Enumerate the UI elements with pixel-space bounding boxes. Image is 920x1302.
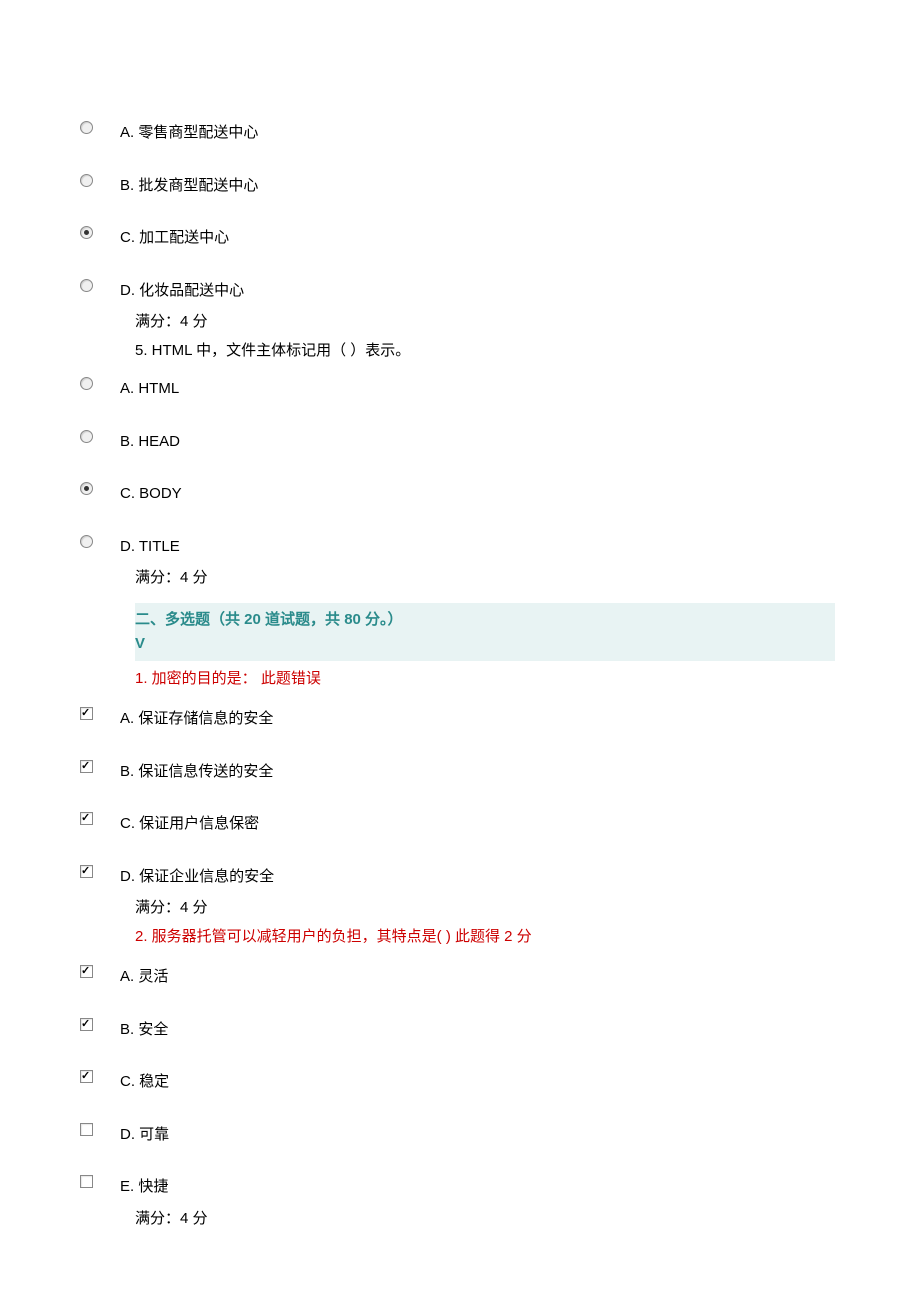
mq1-prompt: 1. 加密的目的是： 此题错误	[135, 665, 920, 692]
radio-input[interactable]	[80, 482, 93, 495]
q5-option-b: B. HEAD	[80, 429, 920, 454]
checkbox-input[interactable]	[80, 1070, 93, 1083]
q5-prompt: 5. HTML 中，文件主体标记用（ ）表示。	[135, 337, 920, 364]
mq1-option-a: A. 保证存储信息的安全	[80, 706, 920, 731]
q4-option-a: A. 零售商型配送中心	[80, 120, 920, 145]
checkbox-input[interactable]	[80, 865, 93, 878]
score-text: 满分：4 分	[135, 894, 920, 921]
mq2-footer: 满分：4 分	[135, 1205, 920, 1232]
option-label: D. 化妆品配送中心	[105, 278, 244, 303]
section-header: 二、多选题（共 20 道试题，共 80 分。） V	[135, 603, 835, 661]
option-label: C. 加工配送中心	[105, 225, 229, 250]
option-label: C. 保证用户信息保密	[105, 811, 259, 836]
q4-option-c: C. 加工配送中心	[80, 225, 920, 250]
option-label: A. 零售商型配送中心	[105, 120, 258, 145]
mq2-prompt: 2. 服务器托管可以减轻用户的负担，其特点是( ) 此题得 2 分	[135, 923, 920, 950]
checkbox-input[interactable]	[80, 1018, 93, 1031]
score-text: 满分：4 分	[135, 564, 920, 591]
checkbox-input[interactable]	[80, 965, 93, 978]
option-label: D. TITLE	[105, 534, 180, 559]
option-label: B. 保证信息传送的安全	[105, 759, 273, 784]
q4-option-d: D. 化妆品配送中心	[80, 278, 920, 303]
mq1-option-c: C. 保证用户信息保密	[80, 811, 920, 836]
document-content: A. 零售商型配送中心 B. 批发商型配送中心 C. 加工配送中心 D. 化妆品…	[0, 0, 920, 1232]
radio-input[interactable]	[80, 174, 93, 187]
q5-option-c: C. BODY	[80, 481, 920, 506]
q4-option-b: B. 批发商型配送中心	[80, 173, 920, 198]
checkbox-input[interactable]	[80, 1123, 93, 1136]
option-label: B. 安全	[105, 1017, 168, 1042]
option-label: B. HEAD	[105, 429, 180, 454]
checkbox-input[interactable]	[80, 760, 93, 773]
option-label: A. 保证存储信息的安全	[105, 706, 273, 731]
option-label: C. 稳定	[105, 1069, 169, 1094]
option-label: A. HTML	[105, 376, 179, 401]
mq2-option-d: D. 可靠	[80, 1122, 920, 1147]
mq1-option-b: B. 保证信息传送的安全	[80, 759, 920, 784]
checkbox-input[interactable]	[80, 707, 93, 720]
q5-option-d: D. TITLE	[80, 534, 920, 559]
mq2-option-c: C. 稳定	[80, 1069, 920, 1094]
score-text: 满分：4 分	[135, 308, 920, 335]
option-label: C. BODY	[105, 481, 182, 506]
radio-input[interactable]	[80, 226, 93, 239]
radio-input[interactable]	[80, 535, 93, 548]
mq1-option-d: D. 保证企业信息的安全	[80, 864, 920, 889]
option-label: D. 保证企业信息的安全	[105, 864, 274, 889]
section-title: 二、多选题（共 20 道试题，共 80 分。）	[135, 608, 827, 632]
radio-input[interactable]	[80, 121, 93, 134]
mq2-option-b: B. 安全	[80, 1017, 920, 1042]
mq1-footer: 满分：4 分 2. 服务器托管可以减轻用户的负担，其特点是( ) 此题得 2 分	[135, 894, 920, 950]
checkbox-input[interactable]	[80, 812, 93, 825]
score-text: 满分：4 分	[135, 1205, 920, 1232]
q4-footer: 满分：4 分 5. HTML 中，文件主体标记用（ ）表示。	[135, 308, 920, 364]
mq2-option-e: E. 快捷	[80, 1174, 920, 1199]
radio-input[interactable]	[80, 430, 93, 443]
section-v: V	[135, 632, 827, 656]
q5-option-a: A. HTML	[80, 376, 920, 401]
option-label: A. 灵活	[105, 964, 168, 989]
radio-input[interactable]	[80, 279, 93, 292]
option-label: D. 可靠	[105, 1122, 169, 1147]
option-label: B. 批发商型配送中心	[105, 173, 258, 198]
mq2-option-a: A. 灵活	[80, 964, 920, 989]
q5-footer: 满分：4 分 二、多选题（共 20 道试题，共 80 分。） V 1. 加密的目…	[135, 564, 920, 692]
option-label: E. 快捷	[105, 1174, 168, 1199]
radio-input[interactable]	[80, 377, 93, 390]
checkbox-input[interactable]	[80, 1175, 93, 1188]
